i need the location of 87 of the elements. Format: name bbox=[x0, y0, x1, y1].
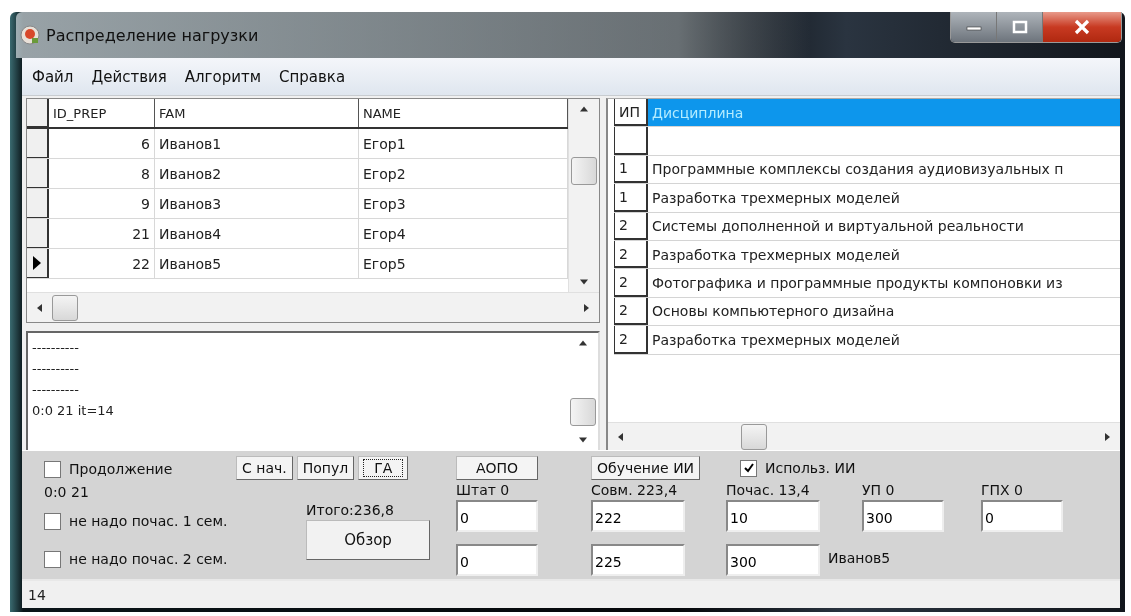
table-cell-text: Программные комплексы создания аудиовизуальных п bbox=[651, 160, 1065, 180]
scroll-left-icon[interactable] bbox=[37, 303, 42, 312]
log-line: ---------- bbox=[32, 339, 80, 357]
row-indicator[interactable] bbox=[27, 249, 49, 278]
table-cell: 6 bbox=[49, 129, 155, 158]
window-title: Распределение нагрузки bbox=[46, 25, 259, 45]
field-label: Почас. 13,4 bbox=[726, 482, 811, 500]
overview-button[interactable]: Обзор bbox=[306, 520, 430, 560]
field-label: ГПХ 0 bbox=[981, 482, 1024, 500]
table-cell-text: Разработка трехмерных моделей bbox=[651, 188, 901, 208]
row-header: 2 bbox=[614, 212, 648, 240]
column-header[interactable]: ID_PREP bbox=[49, 99, 155, 127]
table-cell-text: Системы дополненной и виртуальной реальности bbox=[651, 217, 1025, 237]
checkbox[interactable]: не надо почас. 2 сем. bbox=[44, 540, 228, 578]
menu-item[interactable]: Справка bbox=[279, 67, 346, 86]
row-indicator[interactable] bbox=[27, 159, 49, 188]
scroll-thumb[interactable] bbox=[571, 157, 597, 185]
row-header bbox=[614, 127, 648, 155]
scroll-right-icon[interactable] bbox=[584, 303, 589, 312]
pointer-icon bbox=[33, 256, 41, 270]
scroll-thumb[interactable] bbox=[570, 398, 596, 426]
table-cell: Иванов4 bbox=[155, 219, 359, 248]
table-cell-text: Разработка трехмерных моделей bbox=[651, 245, 901, 265]
checkbox[interactable]: не надо почас. 1 сем. bbox=[44, 502, 228, 540]
minimize-button[interactable] bbox=[951, 12, 997, 42]
column-header[interactable]: ИП bbox=[614, 99, 648, 127]
field-label: УП 0 bbox=[862, 482, 896, 500]
text-field[interactable]: 0 bbox=[456, 500, 538, 532]
row-indicator[interactable] bbox=[27, 129, 49, 158]
table-cell: 22 bbox=[49, 249, 155, 278]
row-header: 2 bbox=[614, 326, 648, 354]
algorithm-button[interactable]: ГА bbox=[358, 456, 409, 480]
text-field[interactable]: 225 bbox=[591, 544, 685, 576]
table-cell: 21 bbox=[49, 219, 155, 248]
log-line: ---------- bbox=[32, 360, 80, 378]
algorithm-button[interactable]: С нач. bbox=[236, 456, 293, 480]
menu-item[interactable]: Алгоритм bbox=[184, 67, 261, 86]
table-cell-text: Фотографика и программные продукты компоновки из bbox=[651, 274, 1064, 294]
log-line: 0:0 21 it=14 bbox=[32, 402, 115, 420]
text-field[interactable]: 300 bbox=[862, 500, 944, 532]
column-header[interactable]: FAM bbox=[155, 99, 359, 127]
status-text: 14 bbox=[28, 586, 46, 603]
row-header: 1 bbox=[614, 184, 648, 212]
text-field[interactable]: 0 bbox=[456, 544, 538, 576]
scroll-thumb[interactable] bbox=[741, 423, 767, 450]
row-header: 2 bbox=[614, 269, 648, 297]
row-indicator[interactable] bbox=[27, 219, 49, 248]
close-button[interactable] bbox=[1043, 12, 1121, 42]
log-line: ---------- bbox=[32, 381, 80, 399]
table-cell: Иванов5 bbox=[155, 249, 359, 278]
scroll-left-icon[interactable] bbox=[618, 432, 623, 441]
name-label: Иванов5 bbox=[828, 549, 891, 566]
table-cell: 9 bbox=[49, 189, 155, 218]
horizontal-scrollbar[interactable] bbox=[27, 292, 599, 322]
horizontal-scrollbar[interactable] bbox=[608, 422, 1120, 450]
menu-item[interactable]: Действия bbox=[91, 67, 167, 86]
close-icon bbox=[1072, 19, 1092, 35]
maximize-button[interactable] bbox=[997, 12, 1043, 42]
scroll-thumb[interactable] bbox=[52, 294, 78, 321]
table-cell: Иванов2 bbox=[155, 159, 359, 188]
menu-item[interactable]: Файл bbox=[32, 67, 74, 86]
row-header: 2 bbox=[614, 297, 648, 326]
text-field[interactable]: 222 bbox=[591, 500, 685, 532]
action-button[interactable]: АОПО bbox=[456, 456, 538, 480]
checkbox[interactable]: Использ. ИИ bbox=[726, 456, 856, 480]
scroll-right-icon[interactable] bbox=[1105, 432, 1110, 441]
checkbox[interactable]: Продолжение bbox=[44, 456, 173, 482]
text-field[interactable]: 10 bbox=[726, 500, 820, 532]
action-button[interactable]: Обучение ИИ bbox=[591, 456, 701, 480]
table-cell: 8 bbox=[49, 159, 155, 188]
field-label: Штат 0 bbox=[456, 482, 511, 500]
row-header: 2 bbox=[614, 240, 648, 269]
check-icon bbox=[742, 462, 755, 474]
text-field[interactable]: 300 bbox=[726, 544, 820, 576]
algorithm-button[interactable]: Попул bbox=[296, 456, 355, 480]
table-cell: Иванов1 bbox=[155, 129, 359, 158]
row-header: 1 bbox=[614, 155, 648, 184]
app-icon bbox=[20, 25, 40, 45]
row-indicator[interactable] bbox=[27, 189, 49, 218]
field-label: Совм. 223,4 bbox=[591, 482, 679, 500]
vertical-scrollbar[interactable] bbox=[568, 99, 599, 292]
progress-label: 0:0 21 bbox=[44, 483, 90, 502]
text-field[interactable]: 0 bbox=[981, 500, 1063, 532]
table-cell-text: Разработка трехмерных моделей bbox=[651, 330, 901, 350]
table-cell-text: Основы компьютерного дизайна bbox=[651, 302, 896, 322]
table-cell: Иванов3 bbox=[155, 189, 359, 218]
total-label: Итого:236,8 bbox=[306, 502, 395, 518]
